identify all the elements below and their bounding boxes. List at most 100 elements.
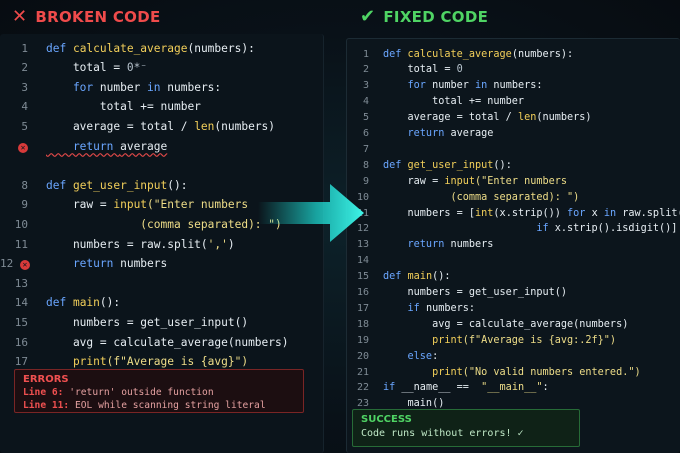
code-text: total += number <box>46 100 201 113</box>
right-arrow-icon <box>258 184 364 242</box>
code-text: numbers = get_user_input() <box>383 287 567 298</box>
line-number: 7 <box>362 143 369 155</box>
code-token: if <box>383 302 426 314</box>
line-number: 8 <box>21 178 28 192</box>
code-token: def <box>383 48 408 60</box>
code-token: print <box>383 366 463 378</box>
code-token: (comma separated): ") <box>383 191 580 203</box>
code-token: ("Enter numbers <box>147 198 249 212</box>
code-line: 17 print(f"Average is {avg}") <box>0 353 323 371</box>
code-token: ("No valid numbers entered.") <box>462 366 641 378</box>
code-token: "__main__" <box>475 382 543 394</box>
code-text: else: <box>383 350 439 362</box>
code-text: def get_user_input(): <box>46 179 187 192</box>
line-number: 17 <box>14 355 28 369</box>
line-number: 22 <box>356 382 369 394</box>
code-token: : <box>542 382 549 394</box>
code-token: (f"Average is {avg}") <box>106 355 249 369</box>
success-title: SUCCESS <box>361 414 412 425</box>
code-token: raw.split( <box>622 207 680 219</box>
code-token: average = total / <box>383 112 518 124</box>
code-token: (numbers) <box>214 119 276 133</box>
line-number: 4 <box>21 100 28 114</box>
code-token: if <box>383 223 555 235</box>
code-token: main() <box>383 398 445 410</box>
code-token: total = <box>383 64 457 76</box>
code-token: return <box>46 139 121 153</box>
line-number: 17 <box>356 302 369 314</box>
broken-code-header: ✕ BROKEN CODE <box>12 2 161 32</box>
code-token: number <box>99 80 148 94</box>
code-text: (comma separated): ") <box>46 218 281 231</box>
code-token: total += number <box>46 100 201 114</box>
code-line: ✕ return average <box>0 137 323 155</box>
code-token: total += number <box>383 96 525 108</box>
code-token: else <box>383 350 433 362</box>
line-number: 13 <box>14 276 28 290</box>
line-number: 5 <box>21 119 28 133</box>
line-number: 5 <box>362 112 369 124</box>
code-token: (): <box>167 178 188 192</box>
code-token: total = <box>46 61 127 75</box>
code-token: for <box>46 80 100 94</box>
code-token: in <box>603 207 623 219</box>
line-number: 23 <box>356 398 369 410</box>
code-line: 15 numbers = get_user_input() <box>0 313 323 331</box>
code-text: if numbers: <box>383 303 475 314</box>
error-location: Line 6: <box>23 387 64 398</box>
line-number: 21 <box>356 366 369 378</box>
code-token: ) <box>227 237 235 251</box>
code-token: calculate_average <box>407 48 512 60</box>
code-token: len <box>517 112 537 124</box>
code-text: def calculate_average(numbers): <box>46 42 255 55</box>
code-text: return numbers <box>383 239 494 250</box>
code-token: len <box>194 119 215 133</box>
code-text: total = 0*⁻ <box>46 61 147 74</box>
code-token: 0*⁻ <box>126 61 148 75</box>
line-number: 2 <box>362 64 369 76</box>
code-token: (numbers): <box>187 41 255 55</box>
code-token: get_user_input <box>407 159 494 171</box>
errors-title: ERRORS <box>23 374 69 385</box>
code-line: 4 total += number <box>0 98 323 116</box>
code-text: for number in numbers: <box>383 80 543 91</box>
line-number: 8 <box>362 159 369 171</box>
code-token: main <box>72 296 100 310</box>
code-text: total += number <box>383 96 524 107</box>
code-text: if x.strip().isdigit()] <box>383 223 677 234</box>
code-text: return average <box>383 128 494 139</box>
code-token: (f"Average is {avg:.2f}") <box>462 334 617 346</box>
line-number: 6 <box>362 128 369 139</box>
error-location: Line 11: <box>23 400 70 411</box>
code-token: 0 <box>456 64 463 76</box>
code-token: input <box>113 198 148 212</box>
code-token: for <box>383 80 433 92</box>
code-text: total = 0 <box>383 64 463 75</box>
fixed-code-title: FIXED CODE <box>383 8 489 26</box>
code-token: x.strip().isdigit()] <box>554 223 678 235</box>
code-line: 13 <box>0 274 323 292</box>
fixed-code-editor[interactable]: 1 def calculate_average(numbers): 2 total … <box>346 38 680 453</box>
code-text: def main(): <box>46 296 120 309</box>
code-text: def main(): <box>383 271 451 282</box>
code-token: main <box>407 271 433 283</box>
line-number: 3 <box>21 80 28 94</box>
code-token: : <box>432 350 439 362</box>
code-token: numbers = [ <box>383 207 476 219</box>
code-token: print <box>383 334 463 346</box>
line-number: 15 <box>14 315 28 329</box>
code-token: input <box>444 175 476 187</box>
code-token: for <box>567 207 592 219</box>
code-token: (): <box>493 159 512 171</box>
code-token: (numbers): <box>511 48 574 60</box>
line-number: 2 <box>21 61 28 75</box>
code-text: if __name__ == "__main__": <box>383 382 549 393</box>
code-text: print(f"Average is {avg:.2f}") <box>383 335 616 346</box>
errors-panel: ERRORS Line 6: 'return' outside function… <box>14 369 304 413</box>
code-token: avg = calculate_average(numbers) <box>383 318 629 330</box>
code-line: 3 for number in numbers: <box>0 78 323 96</box>
code-token: in <box>475 80 494 92</box>
code-token: ',' <box>207 237 228 251</box>
code-token: numbers = get_user_input() <box>383 287 568 298</box>
code-token: (): <box>99 296 121 310</box>
